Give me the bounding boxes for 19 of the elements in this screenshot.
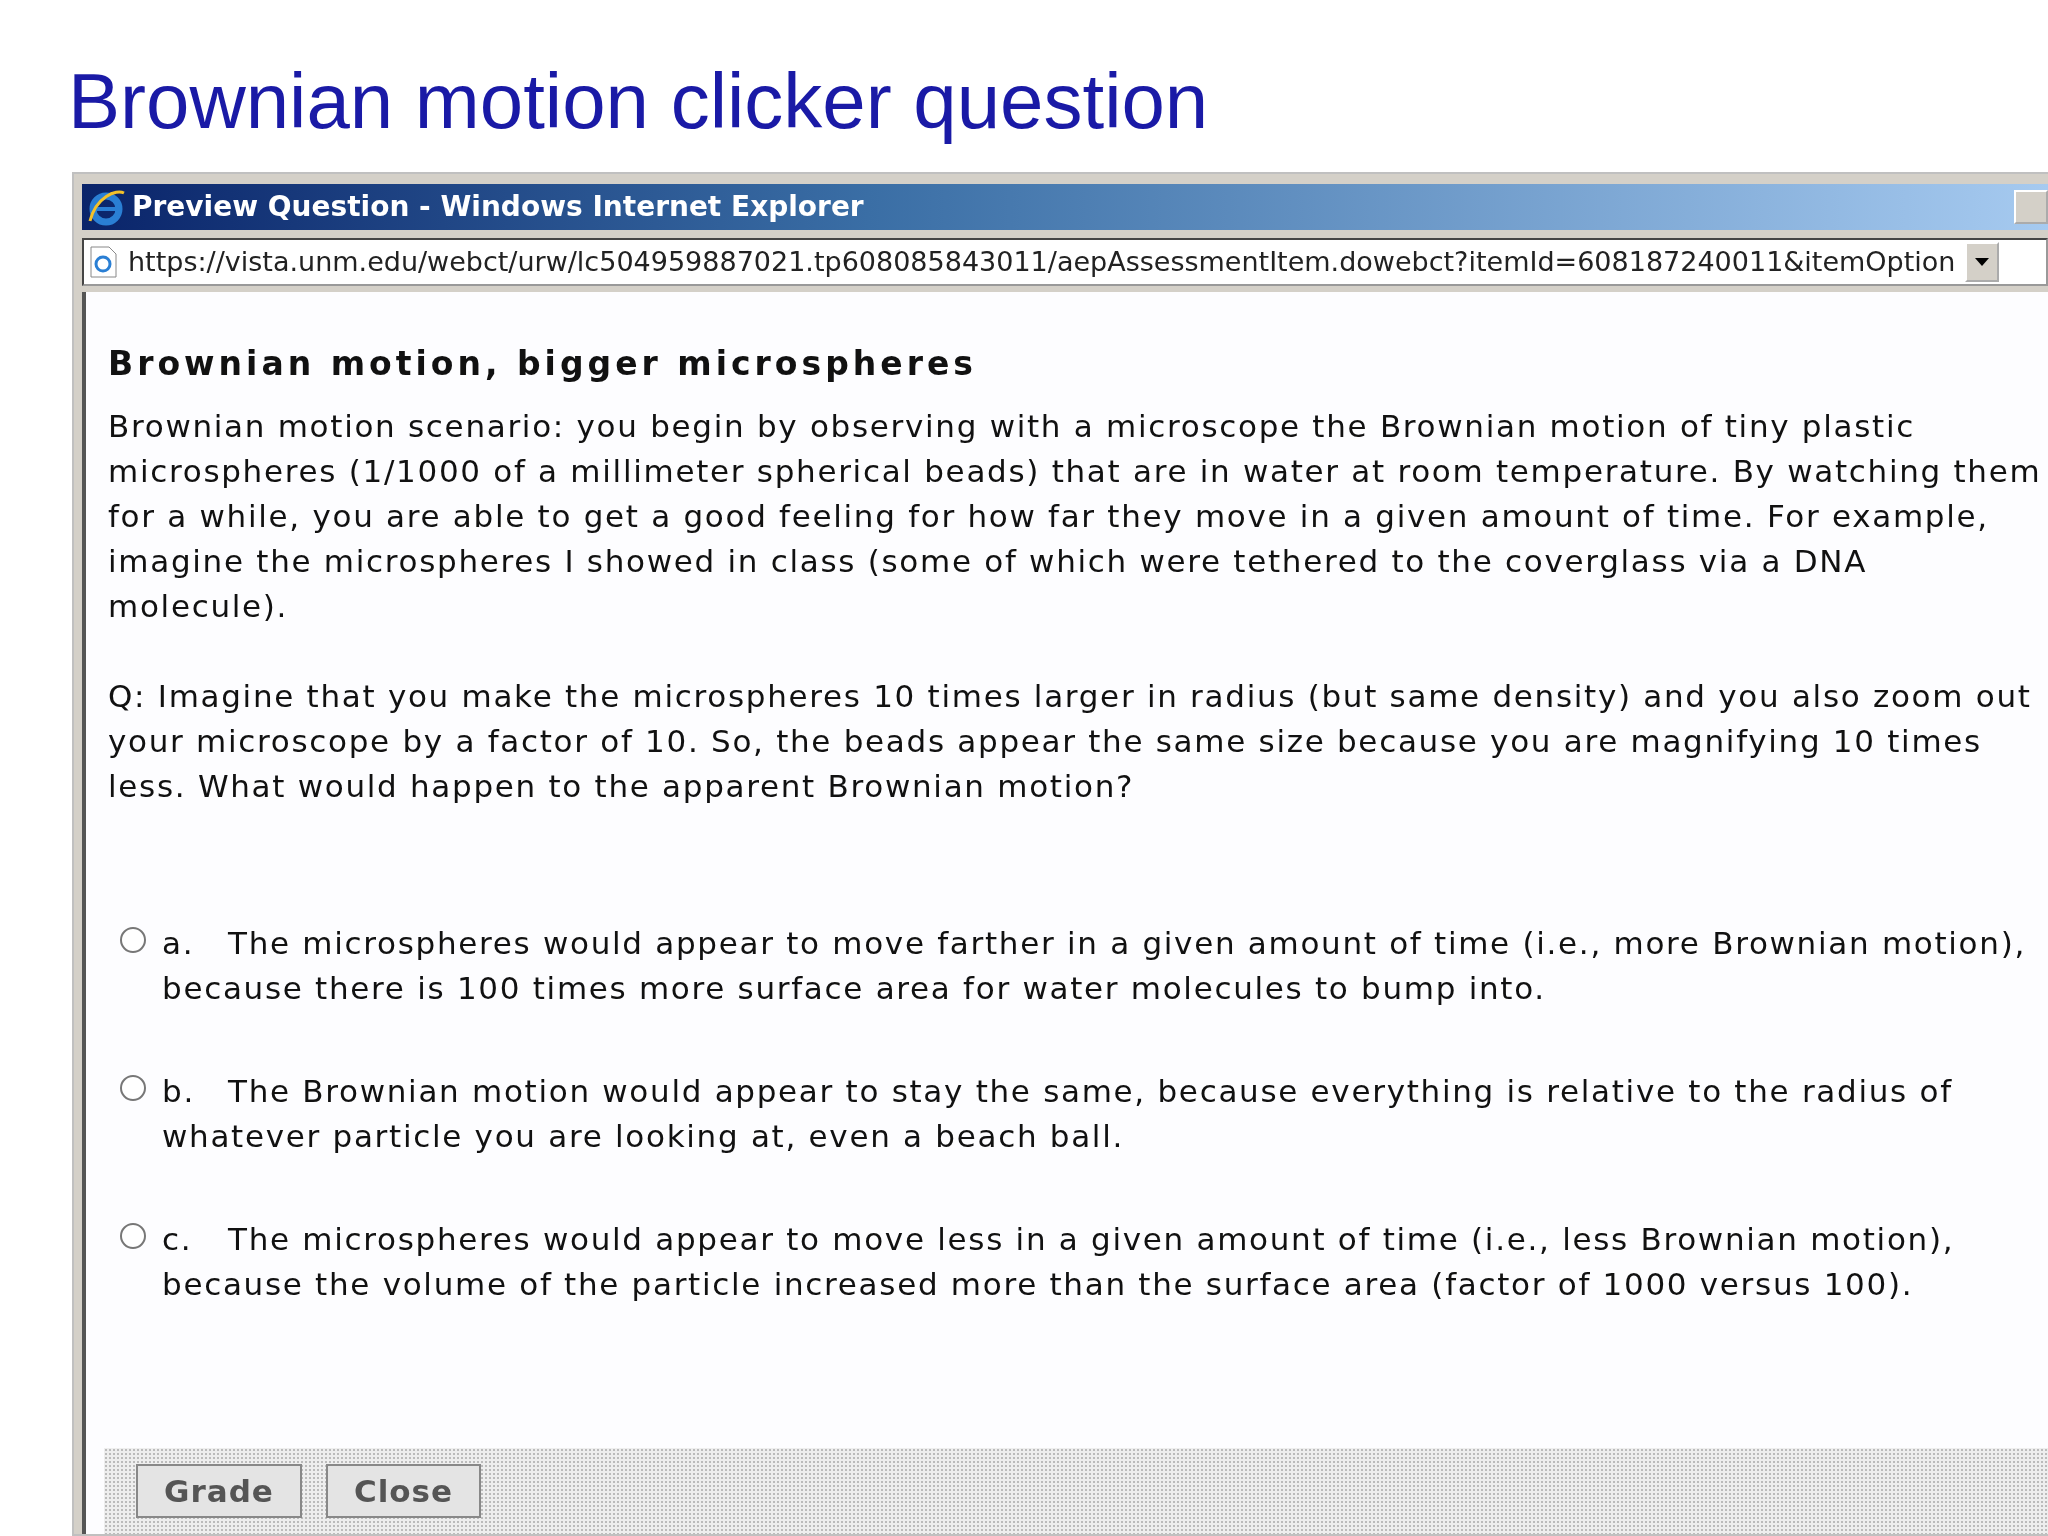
- minimize-button[interactable]: [2014, 190, 2048, 224]
- option-text: c. The microspheres would appear to move less in a given amount of time (i.e., less Brownian motion), because the volume of the particle increased more than the surface area (factor of 1000 versus 100).: [162, 1219, 1956, 1304]
- page-icon: [88, 246, 118, 278]
- caret-icon: [1974, 257, 1991, 267]
- question-title: Brownian motion, bigger microspheres: [108, 344, 978, 384]
- address-text: https://vista.unm.edu/webct/urw/lc504959887021.tp608085843011/aepAssessmentItem.dowebct?itemId=608187240011&itemOption: [128, 244, 1956, 279]
- slide-title: Brownian motion clicker question: [67, 56, 1210, 147]
- option-text: b. The Brownian motion would appear to stay the same, because everything is relative to the radius of whatever particle you are looking at, even a beach ball.: [162, 1071, 1954, 1156]
- radio-button[interactable]: [120, 1222, 146, 1249]
- radio-button[interactable]: [120, 926, 146, 953]
- window-title: Preview Question - Windows Internet Explorer: [132, 189, 864, 225]
- radio-button[interactable]: [120, 1074, 146, 1101]
- action-button[interactable]: Grade: [136, 1463, 302, 1519]
- option-text: a. The microspheres would appear to move farther in a given amount of time (i.e., more Brownian motion), because there is 100 times more surface area for water molecules to bump into.: [162, 923, 2027, 1008]
- question-paragraph: Q: Imagine that you make the microspheres 10 times larger in radius (but same density) and you also zoom out your microscope by a factor of 10. So, the beads appear the same size because you are magnifying 10 times less. What would happen to the apparent Brownian motion?: [108, 676, 2033, 806]
- dropdown-button[interactable]: [1965, 242, 2000, 282]
- question-paragraph: Brownian motion scenario: you begin by observing with a microscope the Brownian motion of tiny plastic microspheres (1/1000 of a millimeter spherical beads) that are in water at room temperature. By watching them for a while, you are able to get a good feeling for how far they move in a given amount of time. For example, imagine the microspheres I showed in class (some of which were tethered to the coverglass via a DNA molecule).: [108, 406, 2043, 626]
- address-bar[interactable]: https://vista.unm.edu/webct/urw/lc504959887021.tp608085843011/aepAssessmentItem.dowebct?itemId=608187240011&itemOption: [82, 238, 2048, 286]
- action-button[interactable]: Close: [325, 1463, 482, 1519]
